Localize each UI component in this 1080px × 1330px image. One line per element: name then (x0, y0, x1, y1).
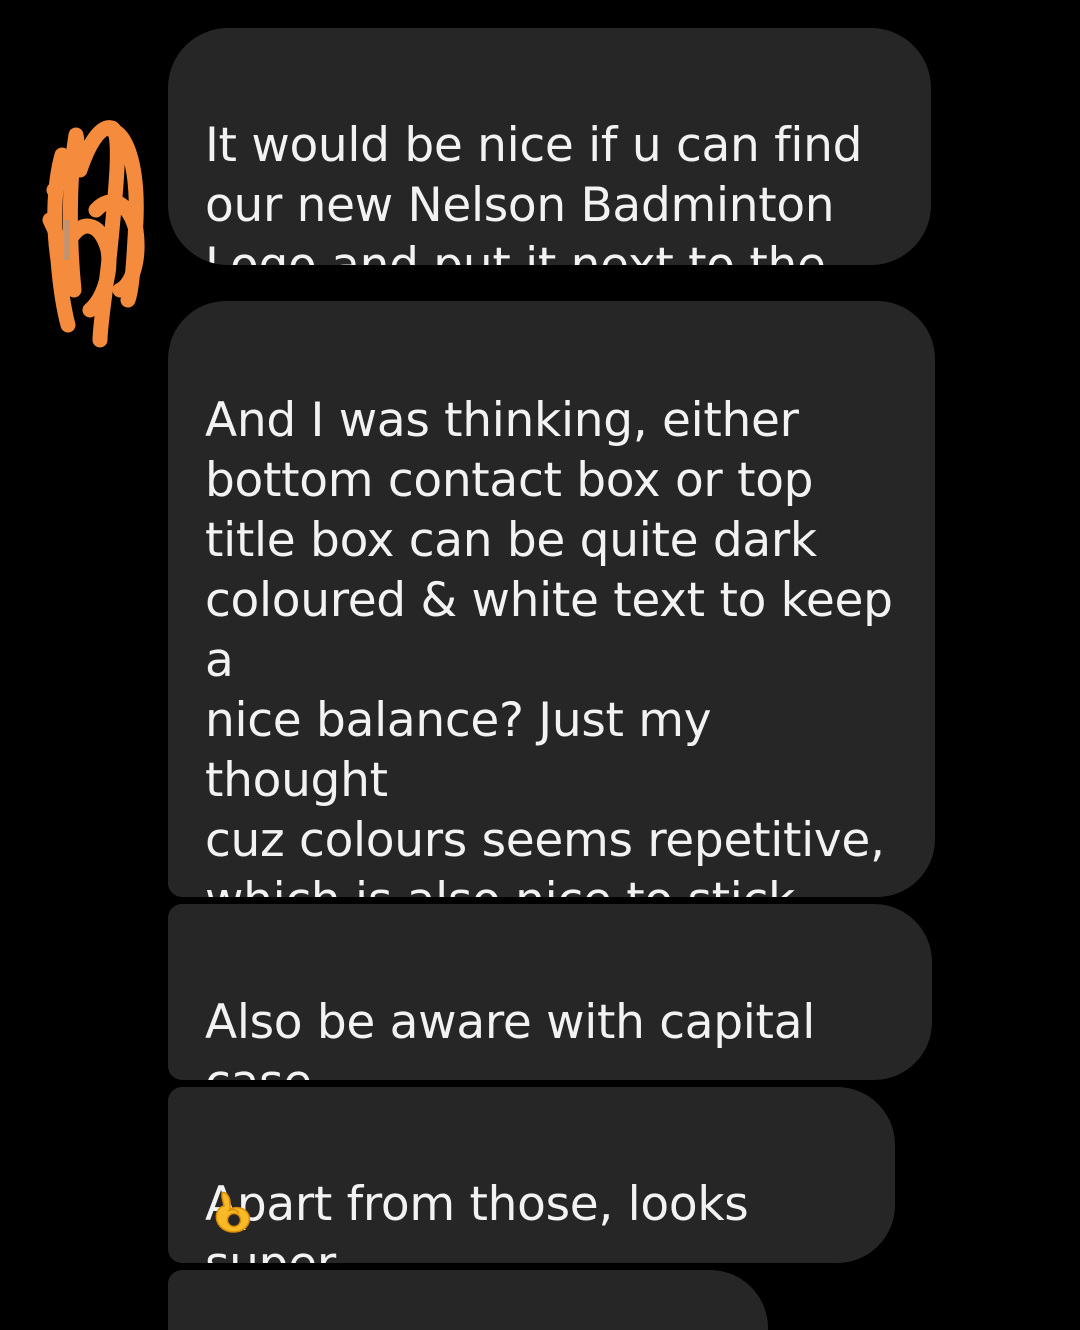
message-text: Also be aware with capital case for “Nel… (205, 995, 815, 1080)
message-bubble-partial[interactable] (168, 1270, 768, 1330)
message-text: Apart from those, looks super (205, 1177, 749, 1263)
orange-scribble-redaction (42, 120, 145, 348)
message-bubble[interactable]: And I was thinking, either bottom contac… (168, 301, 935, 897)
message-bubble[interactable]: It would be nice if u can find our new N… (168, 28, 931, 265)
ok-hand-emoji-icon (215, 1191, 251, 1233)
message-text: And I was thinking, either bottom contac… (205, 393, 893, 897)
message-text: It would be nice if u can find our new N… (205, 118, 863, 265)
message-bubble[interactable]: Apart from those, looks super (168, 1087, 895, 1263)
sender-avatar-redacted[interactable] (40, 110, 160, 355)
message-bubble[interactable]: Also be aware with capital case for “Nel… (168, 904, 932, 1080)
